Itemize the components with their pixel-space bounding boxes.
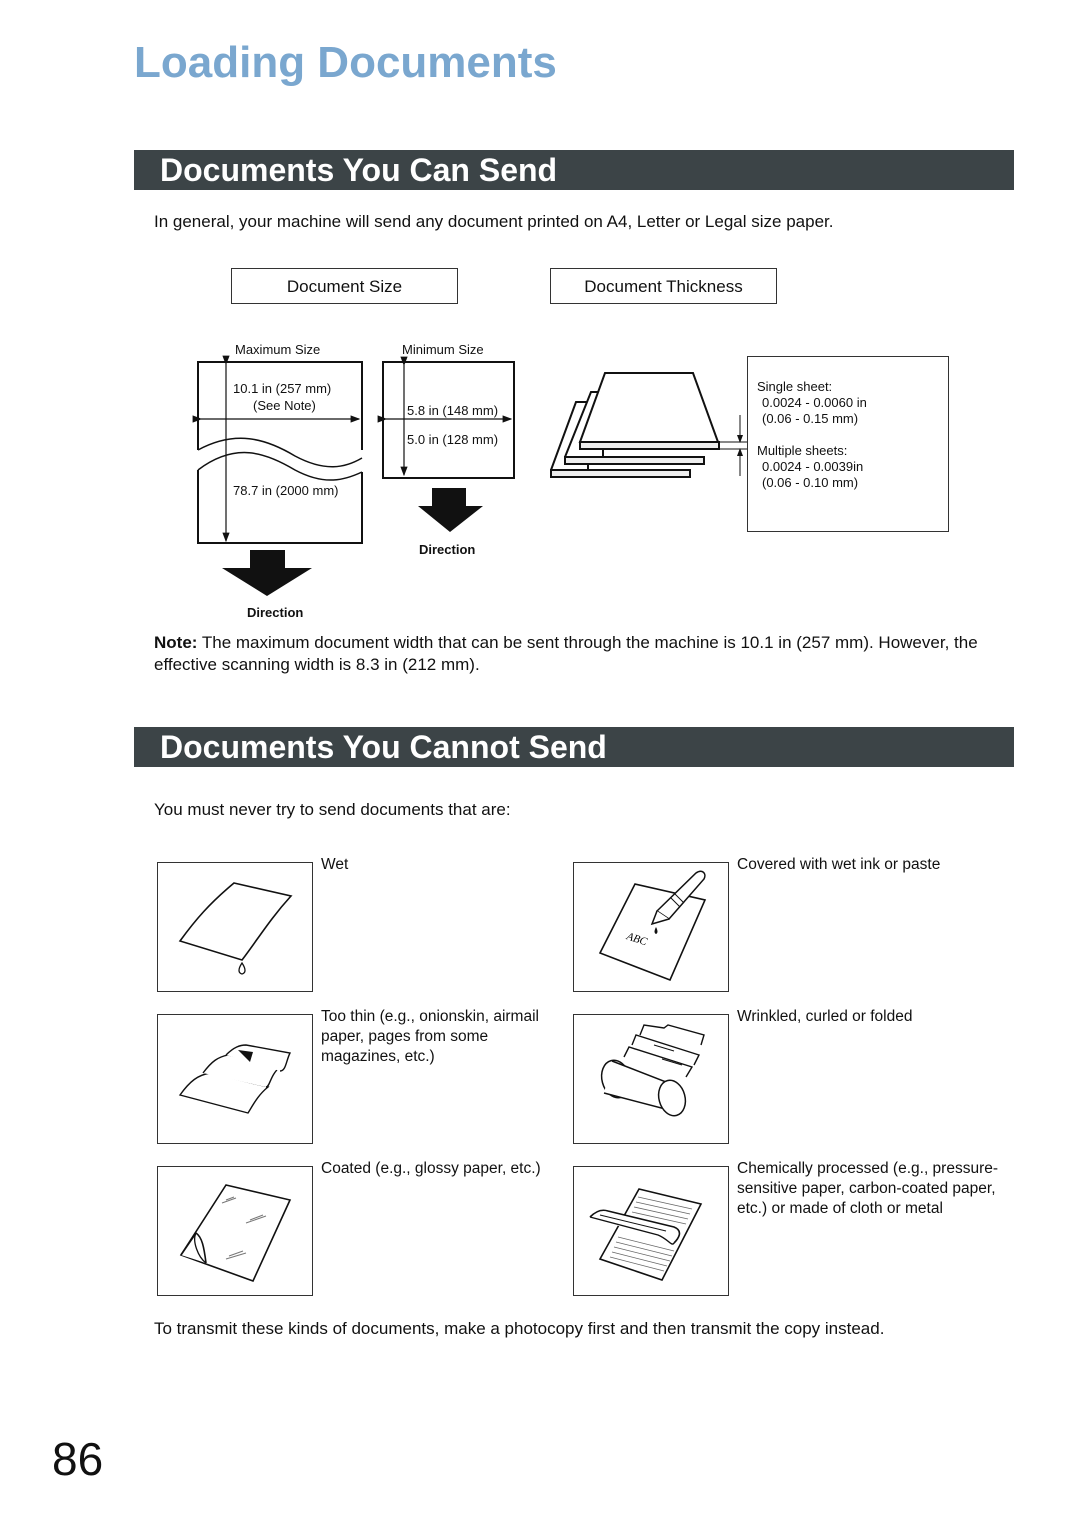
maximum-size-diagram <box>192 355 363 596</box>
min-direction-label: Direction <box>419 542 476 557</box>
item-chemical-text: Chemically processed (e.g., pressure-sen… <box>737 1160 999 1217</box>
note-text: The maximum document width that can be s… <box>154 633 978 674</box>
coated-paper-icon <box>157 1166 313 1296</box>
page-title: Loading Documents <box>134 38 557 87</box>
multiple-sheets-inches: 0.0024 - 0.0039in <box>762 459 864 474</box>
document-thickness-label: Document Thickness <box>550 268 777 304</box>
item-coated-text: Coated (e.g., glossy paper, etc.) <box>321 1160 541 1177</box>
section-heading-cannot-send: Documents You Cannot Send <box>134 727 1014 767</box>
cannot-send-intro: You must never try to send documents tha… <box>154 800 511 819</box>
single-sheet-inches: 0.0024 - 0.0060 in <box>762 395 867 410</box>
thin-paper-icon <box>157 1014 313 1144</box>
direction-arrow-icon <box>418 488 483 532</box>
document-size-label: Document Size <box>231 268 458 304</box>
minimum-size-label: Minimum Size <box>402 342 484 357</box>
single-sheet-label: Single sheet: <box>757 379 833 394</box>
max-width-value: 10.1 in (257 mm) <box>233 381 332 396</box>
page-number: 86 <box>52 1433 104 1485</box>
max-length-value: 78.7 in (2000 mm) <box>233 483 339 498</box>
item-too-thin-text: Too thin (e.g., onionskin, airmail paper… <box>321 1008 539 1065</box>
maximum-size-label: Maximum Size <box>235 342 321 357</box>
max-width-note: (See Note) <box>253 398 316 413</box>
cannot-send-footer: To transmit these kinds of documents, ma… <box>154 1319 885 1338</box>
wrinkled-paper-icon <box>573 1014 729 1144</box>
note-label: Note: <box>154 633 198 652</box>
can-send-intro: In general, your machine will send any d… <box>154 212 834 231</box>
multiple-sheets-label: Multiple sheets: <box>757 443 848 458</box>
min-width-value: 5.8 in (148 mm) <box>407 403 499 418</box>
note-paragraph: Note: The maximum document width that ca… <box>154 632 1020 676</box>
wet-ink-pen-icon: ABC <box>573 862 729 992</box>
item-wet-text: Wet <box>321 856 349 873</box>
minimum-size-diagram <box>377 356 515 532</box>
multiple-sheets-mm: (0.06 - 0.10 mm) <box>762 475 859 490</box>
thickness-spec-box: Single sheet: 0.0024 - 0.0060 in (0.06 -… <box>747 356 949 532</box>
item-wrinkled-text: Wrinkled, curled or folded <box>737 1008 913 1025</box>
direction-arrow-icon <box>222 550 312 596</box>
paper-stack-icon <box>550 372 748 478</box>
item-wet-ink-text: Covered with wet ink or paste <box>737 856 941 873</box>
chemical-paper-icon <box>573 1166 729 1296</box>
min-length-value: 5.0 in (128 mm) <box>407 432 499 447</box>
max-direction-label: Direction <box>247 605 304 620</box>
wet-paper-icon <box>157 862 313 992</box>
section-heading-can-send: Documents You Can Send <box>134 150 1014 190</box>
single-sheet-mm: (0.06 - 0.15 mm) <box>762 411 859 426</box>
